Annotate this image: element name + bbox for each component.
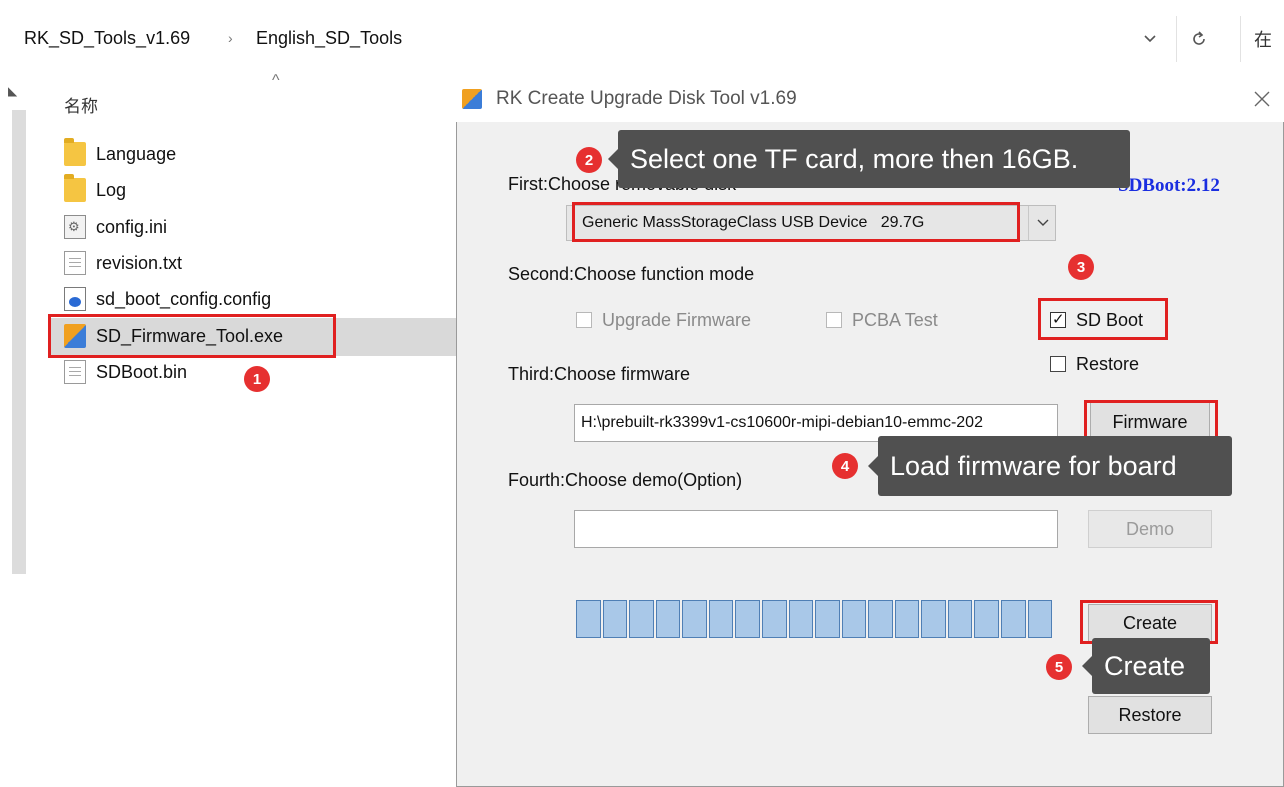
file-name: Log [96,179,127,200]
sort-ascending-icon: ^ [272,72,280,89]
file-name: SDBoot.bin [96,361,188,382]
demo-path-input[interactable] [574,510,1058,548]
step-badge-5: 5 [1046,654,1072,680]
progress-cell [921,600,946,638]
search-box-partial[interactable]: 在 [1240,16,1284,62]
file-icon [64,360,86,384]
chevron-down-icon[interactable] [1128,16,1172,62]
address-bar[interactable]: RK_SD_Tools_v1.69 › English_SD_Tools 在 [0,0,1284,80]
progress-cell [868,600,893,638]
demo-button[interactable]: Demo [1088,510,1212,548]
step-badge-2: 2 [576,147,602,173]
sdboot-version: SDBoot:2.12 [1118,175,1220,196]
folder-icon [64,174,86,202]
progress-cell [655,600,681,638]
highlight-box-sdboot [1038,298,1168,340]
upgrade-firmware-checkbox[interactable] [576,312,592,328]
folder-icon [64,138,86,166]
progress-cell [602,600,628,638]
step-badge-3: 3 [1068,254,1094,280]
step3-label: Third:Choose firmware [508,364,691,384]
close-icon [1254,91,1270,107]
progress-cell [1001,600,1026,638]
tooltip-step5: Create [1082,638,1210,694]
dialog-title: RK Create Upgrade Disk Tool v1.69 [496,88,797,109]
highlight-box-disk [572,202,1020,242]
breadcrumb-item-rk-sd-tools[interactable]: RK_SD_Tools_v1.69 [24,28,190,49]
pcba-test-label: PCBA Test [852,310,938,330]
config-file-icon [64,287,86,311]
file-row-log[interactable]: Log [64,174,336,206]
pcba-test-checkbox[interactable] [826,312,842,328]
collapse-arrow-icon: ◣ [8,84,18,98]
file-name: revision.txt [96,252,183,273]
file-name: Language [96,143,177,164]
app-icon [462,89,482,109]
progress-cell [894,600,920,638]
chevron-down-icon[interactable] [1028,206,1056,240]
file-row-revision-txt[interactable]: revision.txt [64,247,336,279]
progress-cell [1027,600,1053,638]
progress-cell [735,600,760,638]
progress-bar [576,600,1053,638]
progress-cell [576,600,601,638]
restore-checkbox[interactable] [1050,356,1066,372]
file-row-config-ini[interactable]: config.ini [64,211,336,243]
progress-cell [974,600,999,638]
step-badge-4: 4 [832,453,858,479]
progress-cell [761,600,787,638]
step-badge-1: 1 [244,366,270,392]
progress-cell [841,600,867,638]
progress-cell [788,600,814,638]
firmware-path-value: H:\prebuilt-rk3399v1-cs10600r-mipi-debia… [581,414,983,431]
step4-label: Fourth:Choose demo(Option) [508,470,743,490]
breadcrumb-item-english-sd-tools[interactable]: English_SD_Tools [256,28,402,49]
settings-file-icon [64,215,86,239]
highlight-box-exe [48,314,336,358]
refresh-icon[interactable] [1176,16,1221,62]
tooltip-step4: Load firmware for board [868,436,1232,496]
file-name: config.ini [96,216,168,237]
upgrade-firmware-label: Upgrade Firmware [602,310,752,330]
breadcrumb-separator-icon: › [228,30,233,46]
close-button[interactable] [1244,84,1280,114]
tooltip-step2: Select one TF card, more then 16GB. [608,130,1130,188]
text-file-icon [64,251,86,275]
progress-cell [629,600,654,638]
file-name: sd_boot_config.config [96,288,272,309]
restore-button[interactable]: Restore [1088,696,1212,734]
restore-label: Restore [1076,354,1140,374]
progress-cell [947,600,973,638]
step2-label: Second:Choose function mode [508,264,755,284]
scrollbar[interactable] [12,110,26,574]
progress-cell [708,600,734,638]
column-header-name[interactable]: 名称 [64,92,98,117]
progress-cell [815,600,840,638]
file-row-language[interactable]: Language [64,138,336,170]
progress-cell [682,600,707,638]
file-row-sd-boot-config[interactable]: sd_boot_config.config [64,283,354,315]
file-row-sdboot-bin[interactable]: SDBoot.bin [64,356,336,388]
